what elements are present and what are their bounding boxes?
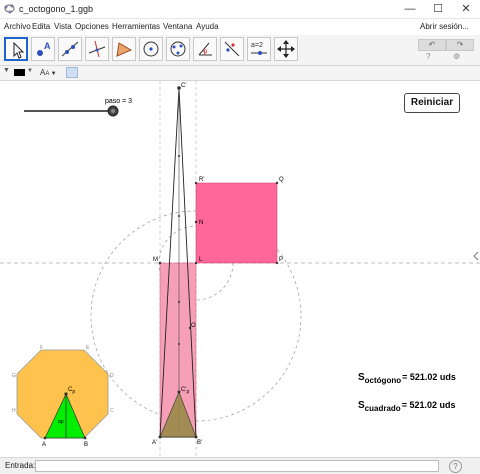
- pin-icon[interactable]: [66, 67, 78, 78]
- conic-tool-button[interactable]: [166, 37, 190, 61]
- input-help-button[interactable]: ?: [449, 460, 462, 473]
- window-title: c_octogono_1.ggb: [19, 4, 94, 14]
- area-square-text: Scuadrado= 521.02 uds: [358, 400, 455, 413]
- title-bar: c_octogono_1.ggb — ☐ ✕: [0, 0, 480, 19]
- input-label: Entrada:: [5, 461, 36, 470]
- square-shape[interactable]: [195, 182, 278, 264]
- label-b: B: [84, 442, 88, 448]
- line-tool-button[interactable]: [58, 37, 82, 61]
- maximize-button[interactable]: ☐: [424, 0, 452, 18]
- color-dropdown-icon[interactable]: ▼: [27, 68, 33, 74]
- angle-tool-icon: α: [198, 42, 212, 56]
- label-r-prime: R': [199, 177, 204, 183]
- move-view-tool-button[interactable]: [274, 37, 298, 61]
- label-g: G: [12, 373, 16, 379]
- input-field[interactable]: [35, 460, 439, 472]
- label-b-prime: B': [197, 440, 202, 446]
- label-ap: ap: [58, 419, 64, 425]
- undo-button[interactable]: ↶: [418, 39, 446, 51]
- geogebra-app-icon: [4, 4, 15, 14]
- perpendicular-tool-icon: [88, 40, 106, 58]
- label-n: N: [199, 220, 203, 226]
- gear-icon[interactable]: ⚙: [453, 52, 460, 61]
- minimize-button[interactable]: —: [396, 0, 424, 18]
- menu-edita[interactable]: Edita: [32, 22, 50, 31]
- signin-link[interactable]: Abrir sesión...: [420, 22, 469, 31]
- label-a-prime: A': [152, 440, 157, 446]
- redo-button[interactable]: ↷: [446, 39, 474, 51]
- menu-bar: Archivo Edita Vista Opciones Herramienta…: [0, 19, 480, 35]
- angle-tool-button[interactable]: α: [193, 37, 217, 61]
- label-f: F: [40, 345, 43, 351]
- point-tool-icon: A: [37, 41, 51, 56]
- circle-tool-button[interactable]: [139, 37, 163, 61]
- label-h: H: [12, 408, 16, 414]
- label-m: M: [153, 257, 158, 263]
- label-a: A: [42, 442, 46, 448]
- svg-text:α: α: [204, 49, 208, 55]
- help-icon[interactable]: ?: [426, 52, 430, 61]
- reflect-tool-icon: [224, 41, 240, 57]
- label-o: O: [191, 323, 196, 329]
- menu-vista[interactable]: Vista: [54, 22, 72, 31]
- menu-opciones[interactable]: Opciones: [75, 22, 109, 31]
- menu-archivo[interactable]: Archivo: [4, 22, 31, 31]
- label-e: E: [86, 345, 90, 351]
- side-panel-toggle-icon[interactable]: [473, 251, 479, 261]
- menu-ayuda[interactable]: Ayuda: [196, 22, 219, 31]
- polygon-tool-icon: [116, 42, 133, 57]
- input-bar: Entrada: ?: [0, 457, 480, 474]
- perpendicular-tool-button[interactable]: [85, 37, 109, 61]
- menu-herramientas[interactable]: Herramientas: [112, 22, 160, 31]
- circle-tool-icon: [143, 41, 159, 57]
- color-swatch[interactable]: [14, 69, 25, 76]
- toggle-stylebar-icon[interactable]: ▼: [3, 67, 10, 74]
- svg-text:A: A: [44, 41, 51, 51]
- move-view-tool-icon: [277, 40, 295, 58]
- close-button[interactable]: ✕: [452, 0, 480, 18]
- slider-tool-label: a=2: [251, 42, 263, 49]
- text-size-button[interactable]: AA ▼: [40, 68, 57, 77]
- label-c: C: [110, 408, 114, 414]
- slider-label: paso = 3: [105, 98, 132, 105]
- menu-ventana[interactable]: Ventana: [163, 22, 192, 31]
- conic-tool-icon: [170, 41, 186, 57]
- style-bar: ▼ ▼ AA ▼: [0, 66, 480, 81]
- toolbar: A α a=2 ↶ ↷ ? ⚙: [0, 35, 480, 66]
- move-tool-icon: [13, 41, 25, 59]
- label-c-prime: C': [181, 83, 186, 89]
- construction-canvas: C' R' Q N M L P O C'p A' B' paso = 3 Cp …: [0, 81, 480, 457]
- slider-tool-button[interactable]: a=2: [247, 37, 271, 61]
- polygon-tool-button[interactable]: [112, 37, 136, 61]
- graphics-view[interactable]: C' R' Q N M L P O C'p A' B' paso = 3 Cp …: [0, 81, 480, 457]
- label-p: P: [279, 257, 283, 263]
- reflect-tool-button[interactable]: [220, 37, 244, 61]
- line-tool-icon: [61, 41, 79, 57]
- reset-button[interactable]: Reiniciar: [404, 93, 460, 113]
- label-d: D: [110, 373, 114, 379]
- label-q: Q: [279, 177, 284, 183]
- slider-tool-icon: a=2: [251, 42, 267, 55]
- point-tool-button[interactable]: A: [31, 37, 55, 61]
- move-tool-button[interactable]: [4, 37, 28, 61]
- area-octagon-text: Soctógono= 521.02 uds: [358, 372, 456, 385]
